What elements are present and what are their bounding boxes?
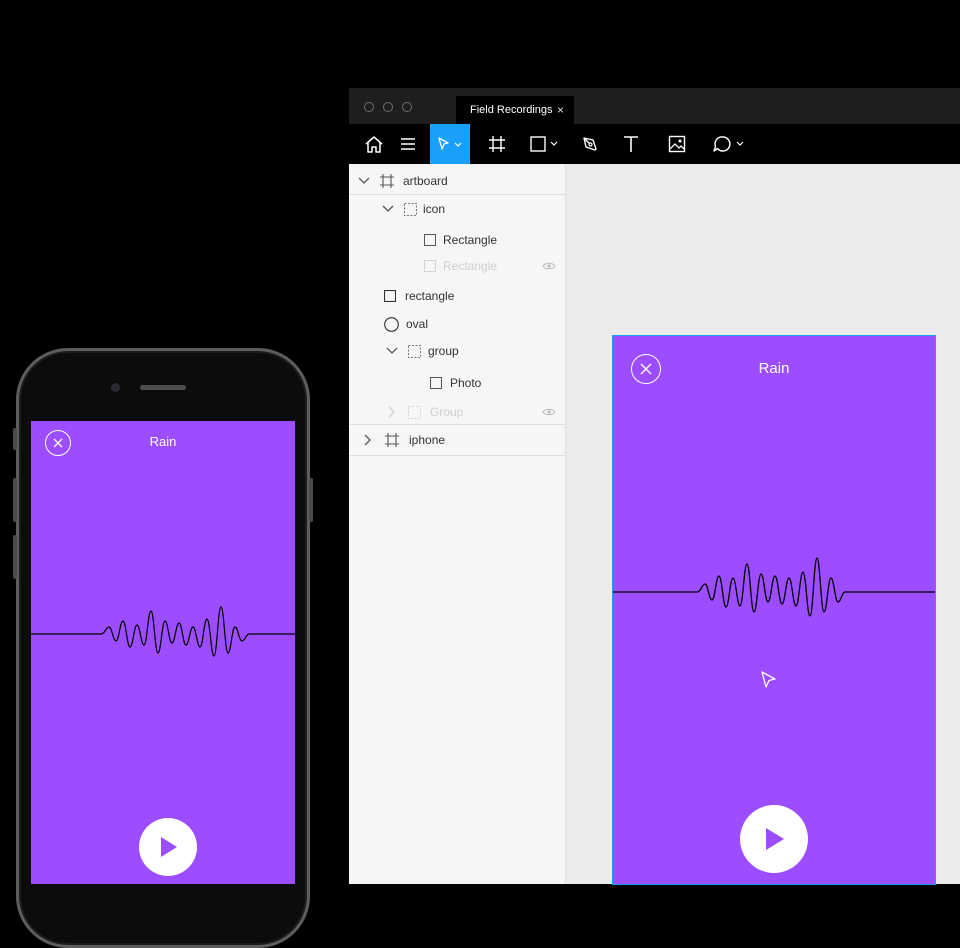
play-button[interactable]	[139, 818, 197, 876]
layer-group-hidden[interactable]: Group	[349, 398, 566, 426]
image-tool-button[interactable]	[665, 124, 689, 164]
pen-tool-button[interactable]	[578, 124, 602, 164]
play-button[interactable]	[740, 805, 808, 873]
artboard-frame[interactable]: Rain	[612, 335, 936, 885]
frame-icon	[379, 167, 395, 195]
tab-title: Field Recordings	[470, 104, 553, 116]
group-icon	[404, 195, 417, 223]
menu-icon	[401, 138, 415, 150]
layer-rectangle-lower[interactable]: rectangle	[349, 282, 566, 310]
phone-side-button	[13, 428, 17, 450]
title-bar: Field Recordings ×	[349, 88, 960, 124]
image-tool-icon	[668, 135, 686, 153]
phone-screen: Rain	[31, 421, 295, 884]
pen-tool-icon	[583, 137, 597, 151]
window-close-dot[interactable]	[364, 102, 374, 112]
frame-tool-icon	[489, 136, 505, 152]
window-maximize-dot[interactable]	[402, 102, 412, 112]
layer-icon-group[interactable]: icon	[349, 195, 566, 223]
layer-label: rectangle	[405, 289, 455, 303]
layer-group[interactable]: group	[349, 337, 566, 365]
toolbar	[349, 124, 960, 164]
text-tool-button[interactable]	[619, 124, 643, 164]
play-icon	[766, 828, 784, 850]
play-icon	[161, 837, 177, 857]
chevron-right-icon[interactable]	[388, 398, 396, 426]
file-tab[interactable]: Field Recordings ×	[456, 96, 574, 124]
window-minimize-dot[interactable]	[383, 102, 393, 112]
group-icon	[408, 398, 421, 426]
screen-title: Rain	[758, 360, 790, 377]
layer-label: icon	[423, 202, 446, 216]
waveform	[31, 606, 295, 657]
layer-label: oval	[406, 317, 429, 331]
comment-tool-button[interactable]	[711, 124, 747, 164]
rectangle-icon	[424, 252, 436, 280]
eye-icon[interactable]	[542, 260, 556, 274]
home-icon	[365, 136, 383, 153]
move-tool-button[interactable]	[430, 124, 470, 164]
ellipse-icon	[384, 310, 399, 338]
layer-iphone[interactable]: iphone	[349, 426, 566, 454]
rectangle-icon	[424, 226, 436, 254]
move-tool-icon	[438, 137, 462, 150]
phone-volume-up	[13, 478, 17, 522]
frame-tool-button[interactable]	[485, 124, 509, 164]
chevron-right-icon[interactable]	[364, 426, 372, 454]
layer-label: Rectangle	[443, 259, 498, 273]
eye-icon[interactable]	[542, 406, 556, 420]
home-button[interactable]	[362, 124, 386, 164]
chevron-down-icon[interactable]	[386, 337, 398, 365]
layer-label: Rectangle	[443, 233, 498, 247]
layer-oval[interactable]: oval	[349, 310, 566, 338]
layer-rectangle-hidden[interactable]: Rectangle	[349, 252, 566, 280]
frame-icon	[384, 426, 400, 454]
chevron-down-icon[interactable]	[382, 195, 394, 223]
waveform	[613, 557, 935, 617]
divider	[349, 424, 566, 425]
phone-camera	[111, 383, 120, 392]
menu-button[interactable]	[398, 124, 418, 164]
rectangle-tool-button[interactable]	[527, 124, 561, 164]
layer-label: group	[428, 344, 459, 358]
tab-close-button[interactable]: ×	[557, 103, 564, 117]
layer-label: artboard	[403, 174, 448, 188]
layer-photo[interactable]: Photo	[349, 369, 566, 397]
rectangle-tool-icon	[530, 136, 558, 152]
phone-volume-down	[13, 535, 17, 579]
layers-panel: artboard icon Rectangle Rectangle rectan…	[349, 164, 566, 884]
cursor-icon	[761, 671, 776, 688]
layer-label: Group	[430, 405, 464, 419]
phone-speaker	[140, 385, 186, 390]
text-tool-icon	[624, 136, 638, 152]
divider	[349, 455, 566, 456]
group-icon	[408, 337, 421, 365]
layer-label: Photo	[450, 376, 482, 390]
screen-title: Rain	[149, 434, 177, 449]
chevron-down-icon[interactable]	[358, 167, 370, 195]
phone-power-button	[309, 478, 313, 522]
layer-artboard[interactable]: artboard	[349, 167, 566, 195]
layer-rectangle[interactable]: Rectangle	[349, 226, 566, 254]
rectangle-icon	[430, 369, 442, 397]
comment-tool-icon	[713, 136, 744, 152]
rectangle-icon	[384, 282, 396, 310]
layer-label: iphone	[409, 433, 446, 447]
